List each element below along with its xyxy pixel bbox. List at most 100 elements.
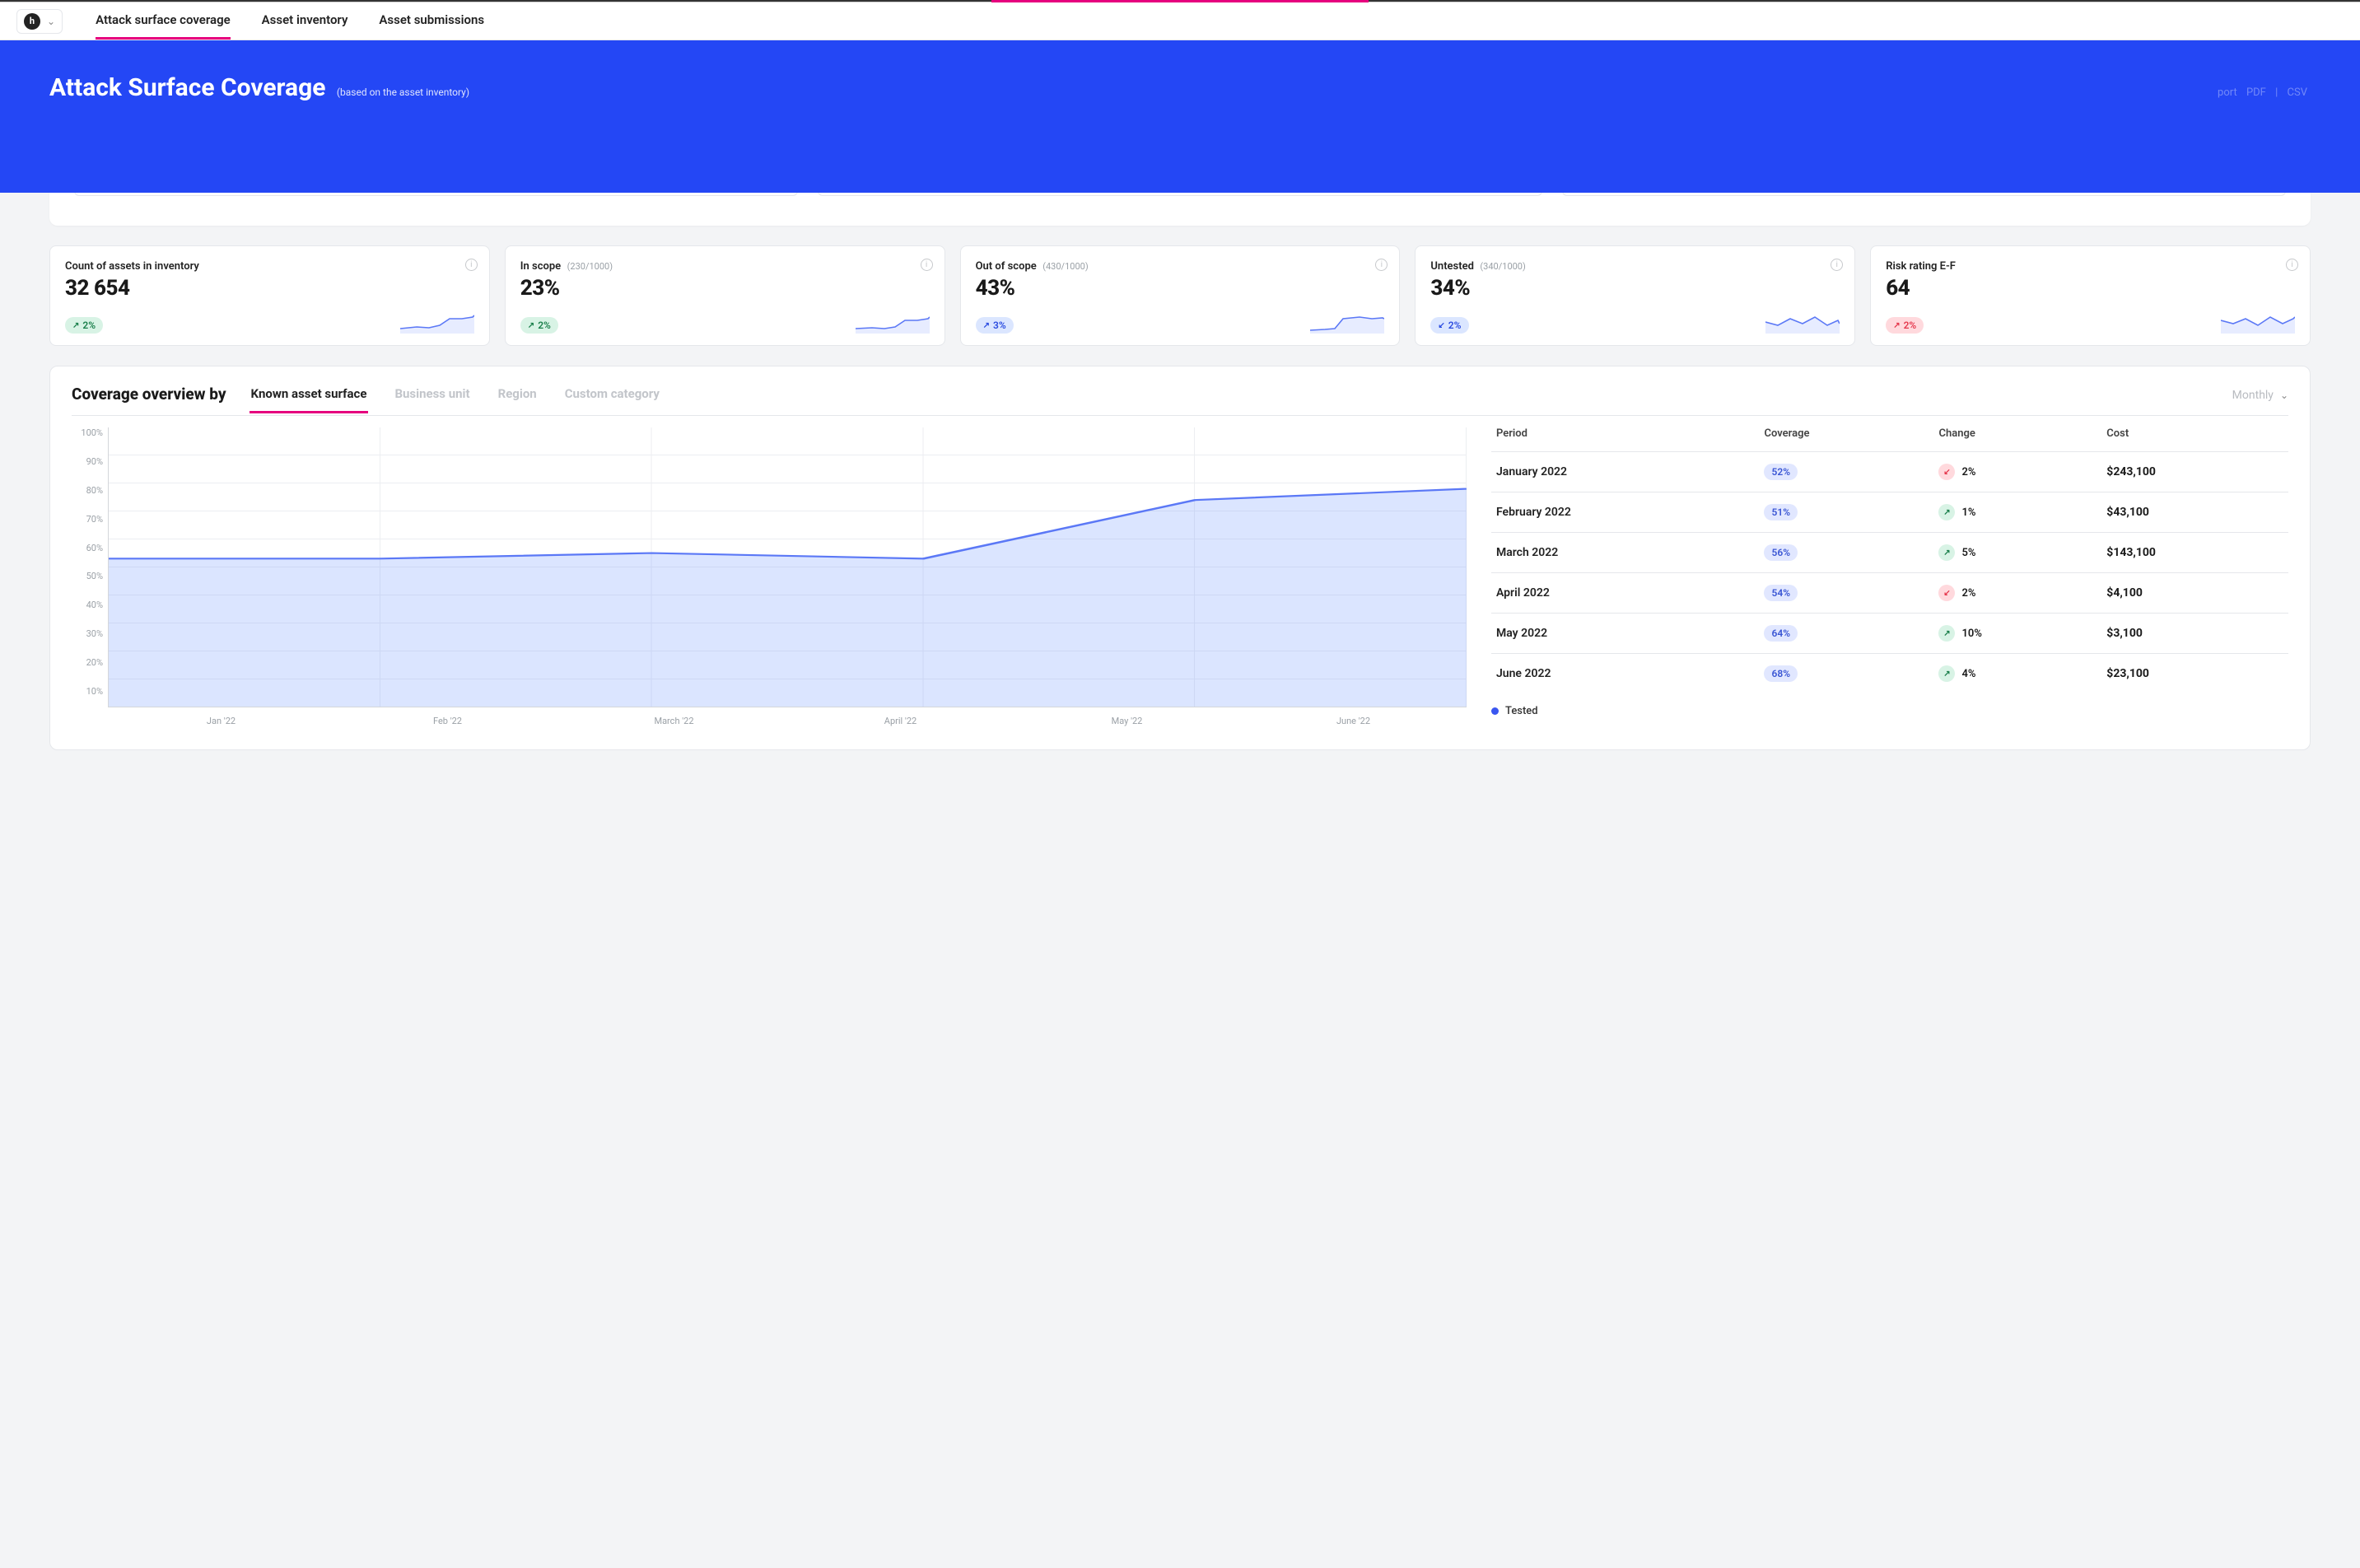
chart-y-axis: 100%90%80%70%60%50%40%30%20%10% — [72, 427, 108, 697]
y-tick: 30% — [72, 628, 103, 639]
coverage-overview-panel: Coverage overview by Known asset surface… — [49, 366, 2311, 750]
table-row: June 2022 68% ↗ 4% $23,100 — [1491, 654, 2288, 694]
coverage-badge: 64% — [1764, 625, 1798, 642]
cell-period: May 2022 — [1491, 614, 1759, 654]
cell-coverage: 51% — [1759, 492, 1933, 533]
overview-tab-known-asset-surface[interactable]: Known asset surface — [250, 386, 369, 413]
page-title: Attack Surface Coverage (based on the as… — [49, 73, 469, 102]
table-row: February 2022 51% ↗ 1% $43,100 — [1491, 492, 2288, 533]
table-row: January 2022 52% ↙ 2% $243,100 — [1491, 452, 2288, 492]
arrow-icon: ↙ — [1438, 321, 1444, 330]
kpi-change-badge: ↙ 2% — [1430, 317, 1468, 334]
table-header-row: Period Coverage Change Cost — [1491, 427, 2288, 452]
arrow-down-icon: ↙ — [1938, 585, 1955, 601]
kpi-change-text: 2% — [1448, 320, 1462, 331]
granularity-value: Monthly — [2232, 389, 2274, 402]
coverage-badge: 51% — [1764, 504, 1798, 520]
change-text: 5% — [1961, 547, 1975, 559]
cell-change: ↗ 4% — [1933, 654, 2101, 694]
coverage-chart: 100%90%80%70%60%50%40%30%20%10% Jan '22F… — [72, 427, 1467, 726]
sparkline-icon — [1765, 309, 1840, 334]
cell-period: June 2022 — [1491, 654, 1759, 694]
change-text: 1% — [1961, 506, 1975, 519]
kpi-subtitle: (430/1000) — [1042, 261, 1088, 272]
kpi-value: 43% — [976, 276, 1385, 301]
cell-period: February 2022 — [1491, 492, 1759, 533]
arrow-up-icon: ↗ — [1938, 665, 1955, 682]
cell-cost: $3,100 — [2101, 614, 2288, 654]
chart-legend: Tested — [1491, 705, 2288, 717]
kpi-value: 32 654 — [65, 276, 474, 301]
info-icon[interactable]: i — [2286, 258, 2298, 271]
granularity-select[interactable]: Monthly ⌄ — [2232, 389, 2288, 412]
info-icon[interactable]: i — [465, 258, 478, 271]
col-cost: Cost — [2101, 427, 2288, 452]
chevron-down-icon: ⌄ — [2280, 390, 2288, 401]
tab-asset-inventory[interactable]: Asset inventory — [262, 2, 348, 40]
arrow-icon: ↗ — [983, 321, 990, 330]
y-tick: 10% — [72, 686, 103, 697]
hero-banner: Attack Surface Coverage (based on the as… — [0, 40, 2360, 193]
chart-x-axis: Jan '22Feb '22March '22April '22May '22J… — [108, 716, 1467, 726]
chevron-down-icon: ⌄ — [47, 16, 55, 27]
kpi-row: i Count of assets in inventory 32 654 ↗ … — [49, 245, 2311, 346]
arrow-icon: ↗ — [1893, 321, 1900, 330]
info-icon[interactable]: i — [1831, 258, 1843, 271]
kpi-card: i In scope (230/1000) 23% ↗ 2% — [505, 245, 945, 346]
y-tick: 100% — [72, 427, 103, 438]
overview-tab-region[interactable]: Region — [497, 386, 539, 413]
info-icon[interactable]: i — [921, 258, 933, 271]
overview-tab-business-unit[interactable]: Business unit — [393, 386, 471, 413]
kpi-title: Risk rating E-F — [1886, 260, 1956, 273]
export-links: port PDF | CSV — [2214, 86, 2311, 99]
tab-asset-submissions[interactable]: Asset submissions — [379, 2, 484, 40]
kpi-card: i Risk rating E-F 64 ↗ 2% — [1870, 245, 2311, 346]
coverage-badge: 52% — [1764, 464, 1798, 480]
kpi-change-badge: ↗ 3% — [976, 317, 1014, 334]
change-text: 2% — [1961, 466, 1975, 478]
kpi-change-badge: ↗ 2% — [520, 317, 558, 334]
sparkline-icon — [400, 309, 474, 334]
cell-change: ↗ 1% — [1933, 492, 2101, 533]
export-separator: | — [2275, 86, 2278, 99]
change-text: 10% — [1961, 628, 1981, 640]
kpi-change-text: 2% — [538, 320, 551, 331]
panel-header: Coverage overview by Known asset surface… — [72, 385, 2288, 416]
tab-attack-surface-coverage[interactable]: Attack surface coverage — [96, 2, 231, 40]
legend-label: Tested — [1505, 705, 1538, 717]
cell-cost: $4,100 — [2101, 573, 2288, 614]
overview-tab-custom-category[interactable]: Custom category — [563, 386, 661, 413]
arrow-up-icon: ↗ — [1938, 504, 1955, 520]
kpi-card: i Count of assets in inventory 32 654 ↗ … — [49, 245, 490, 346]
kpi-subtitle: (340/1000) — [1480, 261, 1525, 272]
workspace-selector[interactable]: h ⌄ — [16, 9, 63, 34]
kpi-card: i Out of scope (430/1000) 43% ↗ 3% — [960, 245, 1401, 346]
table-row: April 2022 54% ↙ 2% $4,100 — [1491, 573, 2288, 614]
cell-cost: $23,100 — [2101, 654, 2288, 694]
table-row: May 2022 64% ↗ 10% $3,100 — [1491, 614, 2288, 654]
kpi-title: In scope — [520, 260, 561, 273]
kpi-change-badge: ↗ 2% — [65, 317, 103, 334]
x-tick: March '22 — [561, 716, 787, 726]
info-icon[interactable]: i — [1375, 258, 1388, 271]
y-tick: 50% — [72, 571, 103, 581]
x-tick: June '22 — [1240, 716, 1467, 726]
kpi-change-text: 3% — [993, 320, 1006, 331]
col-change: Change — [1933, 427, 2101, 452]
sparkline-icon — [856, 309, 930, 334]
kpi-card: i Untested (340/1000) 34% ↙ 2% — [1415, 245, 1855, 346]
y-tick: 90% — [72, 456, 103, 467]
arrow-icon: ↗ — [528, 321, 534, 330]
y-tick: 20% — [72, 657, 103, 668]
cell-period: March 2022 — [1491, 533, 1759, 573]
kpi-change-text: 2% — [82, 320, 96, 331]
coverage-badge: 54% — [1764, 585, 1798, 601]
export-pdf-link[interactable]: PDF — [2246, 86, 2266, 99]
top-nav: h ⌄ Attack surface coverage Asset invent… — [0, 2, 2360, 40]
x-tick: April '22 — [787, 716, 1014, 726]
export-csv-link[interactable]: CSV — [2288, 86, 2307, 99]
coverage-badge: 56% — [1764, 544, 1798, 561]
page-title-text: Attack Surface Coverage — [49, 73, 325, 102]
kpi-title: Untested — [1430, 260, 1474, 273]
export-label: port — [2218, 86, 2237, 99]
